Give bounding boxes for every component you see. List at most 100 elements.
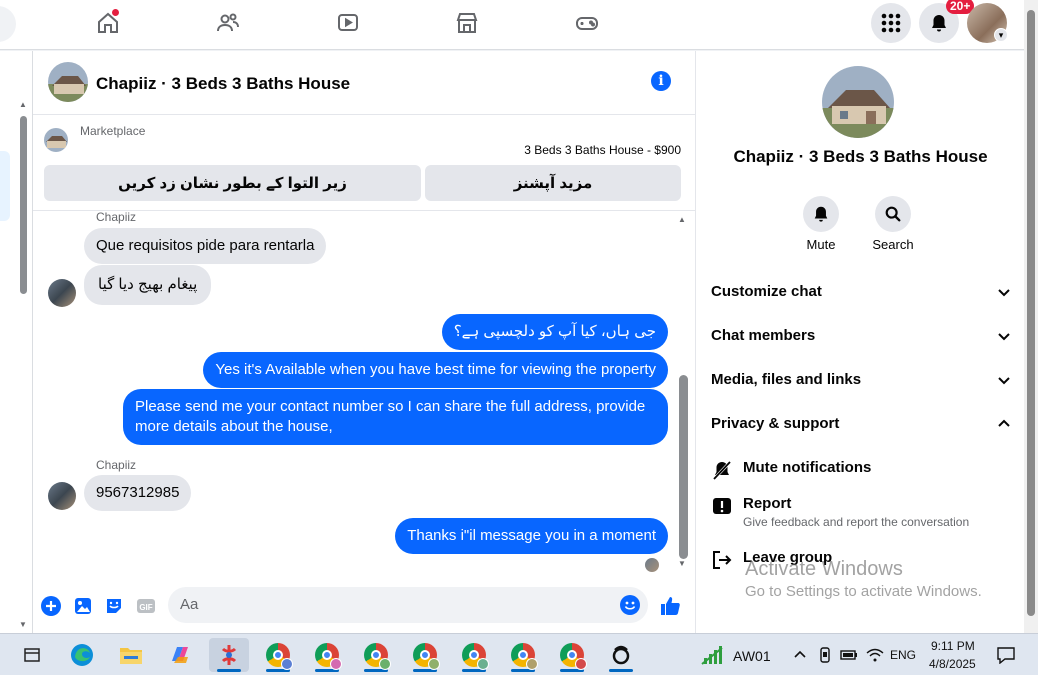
active-indicator [217,669,241,672]
marketplace-label: Marketplace [80,124,146,138]
running-indicator [609,669,633,672]
gif-icon[interactable]: GIF [135,595,157,617]
message-bubble-outgoing[interactable]: Thanks i"il message you in a moment [395,518,668,554]
chat-panel: Chapiiz · 3 Beds 3 Baths House i Marketp… [33,51,695,633]
chrome-profile-1-icon[interactable] [258,638,298,672]
chevron-up-icon[interactable] [790,638,810,672]
taskbar: AW01 ENG 9:11 PM 4/8/2025 [0,633,1038,675]
group-avatar[interactable] [822,66,894,138]
details-title: Chapiiz · 3 Beds 3 Baths House [733,147,988,166]
friends-icon[interactable] [210,8,246,38]
mark-pending-button[interactable]: زیر التوا کے بطور نشان زد کریں [44,165,421,201]
chrome-profile-3-icon[interactable] [356,638,396,672]
scroll-up-arrow-icon[interactable]: ▲ [19,100,27,109]
sticker-icon[interactable] [103,595,125,617]
search-action[interactable]: Search [863,196,923,252]
menu-grid-icon[interactable] [871,3,911,43]
wifi-icon[interactable] [864,638,886,672]
network-label[interactable]: AW01 [733,648,771,664]
message-input-placeholder: Aa [180,596,199,613]
message-bubble-outgoing[interactable]: Please send me your contact number so I … [123,389,668,445]
listing-title-price[interactable]: 3 Beds 3 Baths House - $900 [524,143,681,157]
message-input[interactable]: Aa [168,587,648,623]
mute-label: Mute [806,237,836,252]
emoji-icon[interactable] [620,595,640,615]
chat-list-strip [0,51,33,633]
chat-avatar[interactable] [48,62,88,102]
gaming-icon[interactable] [569,8,605,38]
app-ring-icon[interactable] [601,638,641,672]
section-customize-chat[interactable]: Customize chat [711,283,1011,307]
more-options-button[interactable]: مزید آپشنز [425,165,681,201]
bell-icon[interactable] [803,196,839,232]
chevron-up-icon [998,419,1010,427]
chevron-down-icon[interactable]: ▾ [994,28,1008,42]
clock-time[interactable]: 9:11 PM [931,639,975,653]
chrome-profile-6-icon[interactable] [503,638,543,672]
section-label: Media, files and links [711,371,862,388]
chat-title[interactable]: Chapiiz · 3 Beds 3 Baths House [96,74,350,94]
item-title: Report [743,495,792,512]
search-pill[interactable] [0,6,16,42]
section-label: Privacy & support [711,415,840,432]
active-app-icon[interactable] [209,638,249,672]
battery-icon[interactable] [838,638,860,672]
clock-date[interactable]: 4/8/2025 [929,657,976,671]
marketplace-bar: Marketplace 3 Beds 3 Baths House - $900 … [33,116,695,211]
chrome-profile-7-icon[interactable] [552,638,592,672]
home-notification-dot [111,8,120,17]
sender-name: Chapiiz [96,458,137,472]
file-explorer-icon[interactable] [111,638,151,672]
search-icon[interactable] [875,196,911,232]
read-receipt-avatar [645,558,659,572]
search-label: Search [872,237,914,252]
network-signal-icon[interactable] [694,638,730,672]
section-label: Customize chat [711,283,822,300]
window-scrollbar[interactable] [1024,0,1038,633]
thumbs-up-icon[interactable] [659,595,681,617]
message-bubble-incoming[interactable]: پیغام بھیج دیا گیا [84,265,212,305]
sender-avatar[interactable] [48,482,76,510]
scroll-up-arrow-icon[interactable]: ▲ [678,215,686,224]
item-subtitle: Give feedback and report the conversatio… [743,515,970,529]
section-label: Chat members [711,327,816,344]
scroll-down-arrow-icon[interactable]: ▼ [678,559,686,568]
window-scrollbar-thumb[interactable] [1027,10,1035,616]
message-bubble-outgoing[interactable]: جی ہاں، کیا آپ کو دلچسپی ہے؟ [441,314,668,350]
message-bubble-incoming[interactable]: Que requisitos pide para rentarla [84,228,327,264]
home-icon[interactable] [90,8,126,38]
message-scrollbar[interactable] [679,375,688,559]
gallery-icon[interactable] [72,595,94,617]
edge-icon[interactable] [62,638,102,672]
message-bubble-outgoing[interactable]: Yes it's Available when you have best ti… [203,352,668,388]
chevron-down-icon [998,289,1010,297]
copilot-icon[interactable] [160,638,200,672]
info-icon[interactable]: i [651,71,671,91]
section-privacy-support[interactable]: Privacy & support [711,415,1011,439]
language-indicator[interactable]: ENG [890,648,916,662]
message-bubble-incoming[interactable]: 9567312985 [84,475,192,511]
scroll-down-arrow-icon[interactable]: ▼ [19,620,27,629]
watch-icon[interactable] [330,8,366,38]
chrome-profile-2-icon[interactable] [307,638,347,672]
chat-header: Chapiiz · 3 Beds 3 Baths House i [33,51,695,115]
plus-icon[interactable] [40,595,62,617]
chat-list-scrollbar[interactable] [20,116,27,294]
task-view-icon[interactable] [12,638,52,672]
mute-action[interactable]: Mute [791,196,851,252]
top-nav: 20+ ▾ [0,0,1024,50]
sender-name: Chapiiz [96,212,137,224]
marketplace-icon[interactable] [449,8,485,38]
device-icon[interactable] [815,638,835,672]
leave-icon [713,551,732,569]
item-title: Leave group [743,549,833,566]
section-chat-members[interactable]: Chat members [711,327,1011,351]
notification-center-icon[interactable] [993,638,1019,672]
chrome-profile-5-icon[interactable] [454,638,494,672]
sender-avatar[interactable] [48,279,76,307]
section-media-files-links[interactable]: Media, files and links [711,371,1011,395]
composer: GIF Aa [33,581,695,633]
chevron-down-icon [998,377,1010,385]
listing-thumbnail[interactable] [44,128,68,152]
chrome-profile-4-icon[interactable] [405,638,445,672]
